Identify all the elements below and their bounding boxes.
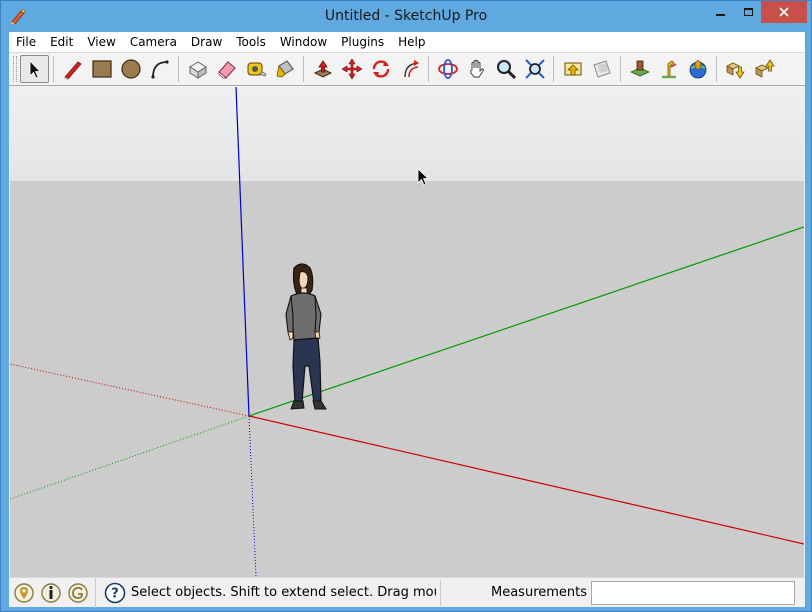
orbit-tool-button[interactable] bbox=[433, 55, 462, 83]
green-axis-negative bbox=[10, 415, 250, 500]
toolbar-separator bbox=[178, 56, 179, 82]
blue-axis bbox=[235, 87, 250, 417]
getting-started-toolbar bbox=[9, 52, 805, 86]
arc-icon bbox=[150, 60, 169, 79]
pencil-line-icon bbox=[63, 61, 82, 80]
drawing-viewport[interactable] bbox=[10, 87, 804, 577]
tape-measure-icon bbox=[247, 62, 267, 77]
toolbar-grip[interactable] bbox=[13, 56, 17, 82]
rectangle-tool-button[interactable] bbox=[87, 55, 116, 83]
photo-textures-icon bbox=[689, 59, 706, 79]
menu-plugins[interactable]: Plugins bbox=[334, 32, 391, 52]
rotate-icon bbox=[372, 60, 389, 78]
credits-icon[interactable] bbox=[40, 582, 62, 604]
menu-window[interactable]: Window bbox=[273, 32, 334, 52]
menu-help[interactable]: Help bbox=[391, 32, 432, 52]
paint-bucket-button[interactable] bbox=[270, 55, 299, 83]
eraser-tool-button[interactable] bbox=[212, 55, 241, 83]
circle-tool-button[interactable] bbox=[116, 55, 145, 83]
pan-hand-icon bbox=[469, 60, 484, 78]
rectangle-icon bbox=[91, 60, 112, 78]
zoom-icon bbox=[496, 60, 516, 80]
toolbar-separator bbox=[620, 56, 621, 82]
scale-figure-person[interactable] bbox=[274, 262, 338, 417]
previous-view-button[interactable] bbox=[558, 55, 587, 83]
make-component-icon bbox=[188, 61, 207, 79]
zoom-extents-icon bbox=[524, 59, 545, 79]
add-location-icon bbox=[629, 60, 650, 77]
svg-text:?: ? bbox=[111, 586, 119, 601]
next-view-icon bbox=[592, 60, 611, 78]
move-tool-button[interactable] bbox=[337, 55, 366, 83]
mouse-cursor-icon bbox=[417, 168, 429, 186]
previous-view-icon bbox=[564, 62, 581, 76]
push-pull-button[interactable] bbox=[308, 55, 337, 83]
help-question-icon[interactable]: ? bbox=[104, 582, 126, 604]
photo-textures-button[interactable] bbox=[683, 55, 712, 83]
offset-tool-button[interactable] bbox=[395, 55, 424, 83]
add-location-button[interactable] bbox=[625, 55, 654, 83]
status-divider bbox=[440, 579, 441, 606]
arc-tool-button[interactable] bbox=[145, 55, 174, 83]
push-pull-icon bbox=[313, 60, 332, 78]
toolbar-separator bbox=[428, 56, 429, 82]
zoom-extents-button[interactable] bbox=[520, 55, 549, 83]
measurements-label: Measurements bbox=[491, 585, 588, 600]
user-signin-icon[interactable] bbox=[67, 582, 89, 604]
blue-axis-negative bbox=[248, 415, 257, 577]
toolbar-separator bbox=[716, 56, 717, 82]
select-tool-button[interactable] bbox=[20, 55, 49, 83]
geo-location-icon[interactable] bbox=[13, 582, 35, 604]
menu-bar: File Edit View Camera Draw Tools Window … bbox=[9, 32, 805, 52]
toolbar-separator bbox=[53, 56, 54, 82]
make-component-button[interactable] bbox=[183, 55, 212, 83]
zoom-tool-button[interactable] bbox=[491, 55, 520, 83]
paint-bucket-icon bbox=[276, 60, 294, 78]
toggle-terrain-icon bbox=[661, 60, 676, 79]
menu-camera[interactable]: Camera bbox=[123, 32, 184, 52]
circle-icon bbox=[120, 59, 141, 79]
line-tool-button[interactable] bbox=[58, 55, 87, 83]
sketchup-window: Untitled - SketchUp Pro File Edit View C… bbox=[0, 0, 812, 612]
toolbar-separator bbox=[553, 56, 554, 82]
eraser-icon bbox=[217, 61, 236, 79]
menu-file[interactable]: File bbox=[9, 32, 43, 52]
menu-tools[interactable]: Tools bbox=[229, 32, 273, 52]
move-icon bbox=[340, 58, 363, 80]
status-bar: ? Select objects. Shift to extend select… bbox=[9, 577, 805, 608]
orbit-icon bbox=[437, 59, 458, 79]
share-model-icon bbox=[725, 62, 745, 79]
next-view-button[interactable] bbox=[587, 55, 616, 83]
close-button[interactable] bbox=[761, 1, 807, 23]
pan-tool-button[interactable] bbox=[462, 55, 491, 83]
tape-measure-button[interactable] bbox=[241, 55, 270, 83]
window-title: Untitled - SketchUp Pro bbox=[324, 8, 488, 24]
title-bar[interactable]: Untitled - SketchUp Pro bbox=[1, 1, 811, 32]
red-axis-negative bbox=[10, 363, 250, 417]
get-models-icon bbox=[754, 59, 775, 78]
client-area: File Edit View Camera Draw Tools Window … bbox=[9, 32, 805, 608]
red-axis bbox=[248, 415, 804, 545]
maximize-icon bbox=[743, 8, 753, 16]
close-icon bbox=[779, 7, 789, 17]
measurements-input[interactable] bbox=[591, 580, 795, 605]
status-message: Select objects. Shift to extend select. … bbox=[131, 585, 436, 600]
get-models-button[interactable] bbox=[750, 55, 779, 83]
share-model-button[interactable] bbox=[721, 55, 750, 83]
offset-icon bbox=[403, 60, 419, 78]
axes bbox=[10, 87, 804, 577]
toolbar-separator bbox=[303, 56, 304, 82]
status-icon-group bbox=[9, 577, 96, 608]
minimize-icon bbox=[715, 14, 725, 16]
menu-draw[interactable]: Draw bbox=[184, 32, 229, 52]
rotate-tool-button[interactable] bbox=[366, 55, 395, 83]
toggle-terrain-button[interactable] bbox=[654, 55, 683, 83]
maximize-button[interactable] bbox=[734, 1, 762, 23]
minimize-button[interactable] bbox=[706, 1, 734, 23]
menu-view[interactable]: View bbox=[80, 32, 122, 52]
menu-edit[interactable]: Edit bbox=[43, 32, 80, 52]
select-arrow-icon bbox=[29, 60, 41, 79]
